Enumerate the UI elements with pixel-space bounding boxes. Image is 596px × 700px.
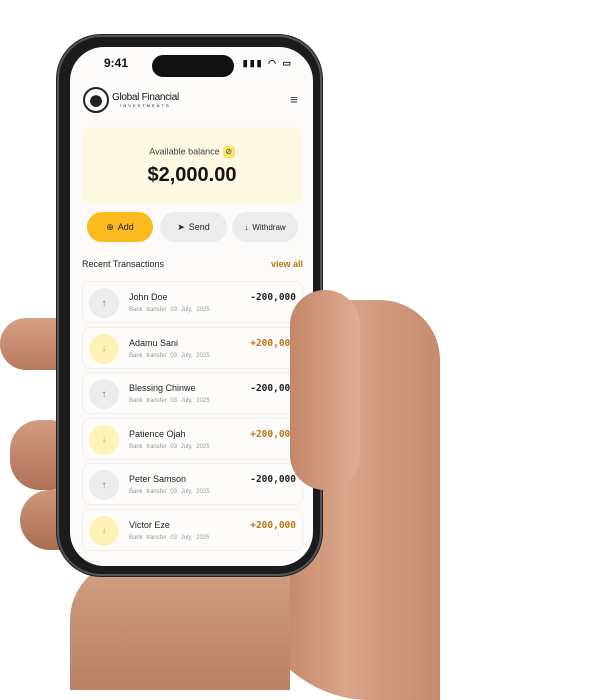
transaction-list: ↑ John Doe Bank transfer 03 July, 2025 -200…: [82, 281, 303, 554]
brand-logo[interactable]: Global Financial INVESTMENTS: [83, 87, 179, 113]
transaction-date: 03 July, 2025: [170, 443, 210, 450]
transaction-name: Adamu Sani: [129, 337, 179, 348]
globe-icon: [83, 87, 109, 113]
dynamic-island: [152, 55, 234, 77]
send-label: Send: [188, 222, 210, 232]
balance-label: Available balance: [149, 146, 220, 157]
eye-off-icon[interactable]: ⊘: [222, 146, 235, 158]
arrow-up-icon: ↑: [89, 470, 119, 500]
status-time: 9:41: [104, 56, 129, 70]
hand-finger: [70, 560, 290, 690]
transaction-method: Bank transfer: [129, 398, 167, 404]
add-button[interactable]: ⊕ Add: [87, 212, 153, 242]
withdraw-label: Withdraw: [252, 222, 286, 232]
recent-transactions-title: Recent Transactions: [82, 259, 165, 269]
transaction-name: Blessing Chinwe: [129, 383, 196, 393]
balance-amount: $2,000.00: [147, 164, 237, 186]
transaction-date: 03 July, 2025: [170, 307, 210, 313]
transaction-name: John Doe: [129, 292, 168, 302]
phone-frame: 9:41 ▮▮▮ ◠ ▭ Global Financial INVESTMENTS…: [57, 35, 322, 576]
transaction-row[interactable]: ↑ John Doe Bank transfer 03 July, 2025 -200…: [82, 281, 303, 323]
transaction-date: 03 July, 2025: [170, 398, 210, 404]
transaction-method: Bank transfer: [129, 534, 167, 541]
hand-thumb: [290, 290, 360, 490]
balance-card: Available balance ⊘ $2,000.00: [82, 127, 302, 204]
plus-circle-icon: ⊕: [106, 221, 114, 232]
send-icon: ➤: [177, 221, 185, 232]
transaction-amount: +200,000: [250, 519, 296, 531]
transaction-method: Bank transfer: [129, 307, 167, 313]
transaction-name: Victor Eze: [129, 519, 170, 530]
transaction-row[interactable]: ↓ Adamu Sani Bank transfer 03 July, 2025 +2…: [82, 326, 303, 369]
transaction-row[interactable]: ↓ Patience Ojah Bank transfer 03 July, 202…: [82, 417, 303, 460]
hamburger-menu-icon[interactable]: ≡: [290, 93, 301, 106]
brand-name: Global Financial: [112, 92, 179, 103]
transaction-date: 03 July, 2025: [170, 352, 210, 359]
arrow-up-icon: ↑: [89, 379, 119, 409]
phone-screen: 9:41 ▮▮▮ ◠ ▭ Global Financial INVESTMENTS…: [70, 47, 313, 566]
brand-sub: INVESTMENTS: [120, 103, 171, 108]
transaction-row[interactable]: ↓ Victor Eze Bank transfer 03 July, 2025 +2…: [82, 508, 303, 551]
transaction-row[interactable]: ↑ Peter Samson Bank transfer 03 July, 2025…: [82, 463, 303, 505]
transaction-name: Peter Samson: [129, 474, 187, 484]
transaction-method: Bank transfer: [129, 443, 167, 450]
transaction-amount: -200,000: [250, 292, 296, 303]
arrow-down-icon: ↓: [89, 515, 119, 546]
transaction-method: Bank transfer: [129, 352, 167, 359]
add-label: Add: [117, 222, 134, 232]
arrow-up-icon: ↑: [89, 288, 119, 318]
transaction-method: Bank transfer: [129, 489, 167, 495]
status-bar: 9:41 ▮▮▮ ◠ ▭: [70, 55, 313, 77]
transaction-date: 03 July, 2025: [170, 489, 210, 495]
transaction-name: Patience Ojah: [129, 428, 186, 439]
arrow-down-icon: ↓: [89, 333, 119, 364]
view-all-link[interactable]: view all: [271, 259, 303, 269]
arrow-down-icon: ↓: [244, 222, 249, 232]
transaction-amount: -200,000: [250, 474, 296, 485]
signal-wifi-battery-icon: ▮▮▮ ◠ ▭: [242, 58, 293, 68]
transaction-row[interactable]: ↑ Blessing Chinwe Bank transfer 03 July, 2…: [82, 372, 303, 414]
withdraw-button[interactable]: ↓ Withdraw: [232, 212, 298, 242]
arrow-down-icon: ↓: [89, 424, 119, 455]
transaction-date: 03 July, 2025: [170, 534, 210, 541]
send-button[interactable]: ➤ Send: [160, 212, 227, 242]
